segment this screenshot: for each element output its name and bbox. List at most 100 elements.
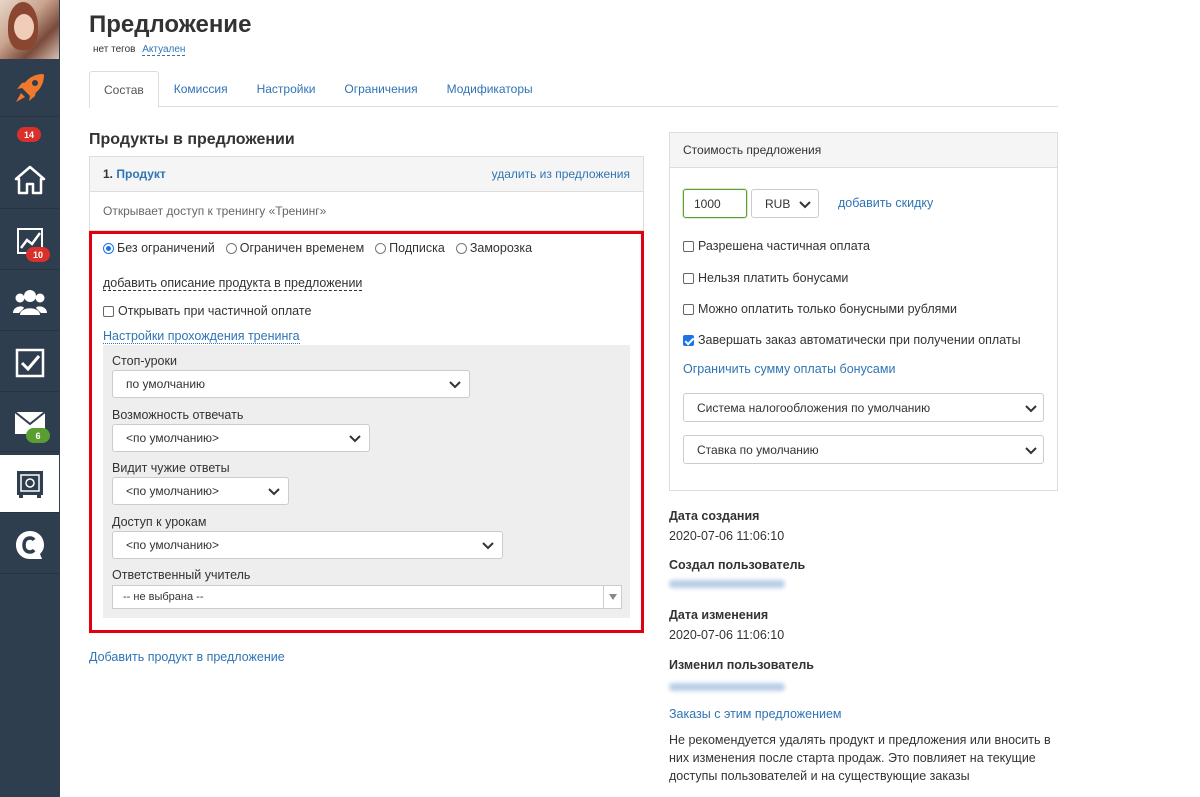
select-value: <по умолчанию>: [126, 538, 220, 552]
radio-button[interactable]: [455, 242, 467, 254]
limit-bonus-link[interactable]: Ограничить сумму оплаты бонусами: [683, 362, 895, 376]
bonus-only-option[interactable]: Можно оплатить только бонусными рублями: [683, 302, 957, 316]
product-number: 1.: [103, 167, 114, 181]
partial-payment-checkbox[interactable]: [683, 240, 694, 252]
sidebar-item-rocket[interactable]: [0, 59, 59, 117]
notification-badge: 14: [17, 127, 41, 142]
chevron-down-icon: [449, 378, 461, 393]
avatar[interactable]: [0, 0, 59, 59]
bonus-only-checkbox[interactable]: [683, 303, 694, 315]
tax-system-select[interactable]: Система налогообложения по умолчанию: [683, 393, 1044, 422]
open-on-partial-checkbox[interactable]: [103, 305, 114, 317]
remove-product-link[interactable]: удалить из предложения: [492, 167, 630, 181]
option-label: Разрешена частичная оплата: [698, 239, 870, 253]
product-header: 1. Продукт удалить из предложения: [90, 157, 643, 192]
teacher-label: Ответственный учитель: [112, 568, 251, 582]
option-label: Можно оплатить только бонусными рублями: [698, 302, 958, 316]
section-title: Продукты в предложении: [89, 131, 295, 148]
chevron-down-icon: [482, 539, 494, 554]
notification-badge: 10: [26, 247, 50, 262]
created-label: Дата создания: [669, 509, 760, 523]
chat-c-icon: [14, 529, 46, 561]
created-by-label: Создал пользователь: [669, 558, 806, 572]
sidebar: 14 10 6: [0, 0, 60, 797]
auto-complete-option[interactable]: Завершать заказ автоматически при получе…: [683, 333, 1021, 347]
radio-label: Подписка: [389, 241, 445, 255]
tab-modifiers[interactable]: Модификаторы: [433, 71, 547, 107]
select-value: -- не выбрана --: [123, 591, 204, 603]
access-type-radio-group: Без ограничений Ограничен временем Подпи…: [103, 241, 543, 255]
rocket-icon: [13, 71, 47, 105]
tab-bar: Состав Комиссия Настройки Ограничения Мо…: [89, 71, 1058, 108]
checkbox-icon: [15, 348, 45, 378]
can-reply-label: Возможность отвечать: [112, 408, 244, 422]
price-input[interactable]: 1000: [683, 189, 747, 218]
open-on-partial-label: Открывать при частичной оплате: [118, 304, 312, 318]
blurred-username[interactable]: [669, 580, 785, 588]
training-settings-link[interactable]: Настройки прохождения тренинга: [103, 329, 300, 344]
select-value: Система налогообложения по умолчанию: [697, 400, 931, 415]
product-link[interactable]: Продукт: [116, 167, 165, 181]
orders-link[interactable]: Заказы с этим предложением: [669, 707, 842, 721]
auto-complete-checkbox[interactable]: [683, 334, 694, 346]
stop-lessons-select[interactable]: по умолчанию: [112, 370, 470, 398]
radio-label: Заморозка: [469, 241, 533, 255]
sidebar-item-chat[interactable]: [0, 516, 59, 574]
status-link[interactable]: Актуален: [142, 44, 186, 56]
sidebar-item-mail[interactable]: [0, 394, 59, 452]
radio-freeze[interactable]: Заморозка: [455, 241, 533, 255]
option-label: Нельзя платить бонусами: [698, 271, 849, 285]
no-bonus-option[interactable]: Нельзя платить бонусами: [683, 271, 848, 285]
sidebar-item-users[interactable]: [0, 273, 59, 331]
tab-settings[interactable]: Настройки: [243, 71, 330, 107]
modified-label: Дата изменения: [669, 608, 769, 622]
select-value: <по умолчанию>: [126, 431, 220, 445]
tax-rate-select[interactable]: Ставка по умолчанию: [683, 435, 1044, 464]
radio-unlimited[interactable]: Без ограничений: [103, 241, 215, 255]
no-bonus-checkbox[interactable]: [683, 272, 694, 284]
teacher-select[interactable]: -- не выбрана --: [112, 585, 622, 609]
tab-composition[interactable]: Состав: [89, 71, 159, 108]
partial-payment-option[interactable]: Разрешена частичная оплата: [683, 239, 870, 253]
blurred-username[interactable]: [669, 683, 785, 691]
sidebar-item-tasks[interactable]: [0, 334, 59, 392]
radio-subscription[interactable]: Подписка: [375, 241, 445, 255]
created-value: 2020-07-06 11:06:10: [669, 529, 785, 543]
radio-button[interactable]: [103, 242, 114, 254]
chevron-down-icon: [268, 485, 280, 500]
tab-restrictions[interactable]: Ограничения: [330, 71, 431, 107]
open-on-partial-option[interactable]: Открывать при частичной оплате: [103, 304, 311, 318]
radio-label: Ограничен временем: [239, 241, 365, 255]
sidebar-item-sales[interactable]: [0, 455, 59, 513]
product-description: Открывает доступ к тренингу «Тренинг»: [103, 204, 327, 218]
caret-down-icon: [603, 586, 621, 608]
tab-commission[interactable]: Комиссия: [160, 71, 242, 107]
warning-text: Не рекомендуется удалять продукт и предл…: [669, 733, 1051, 783]
add-product-link[interactable]: Добавить продукт в предложение: [89, 650, 285, 664]
add-discount-link[interactable]: добавить скидку: [838, 196, 933, 210]
sidebar-item-home[interactable]: [0, 151, 59, 209]
modified-value: 2020-07-06 11:06:10: [669, 628, 785, 642]
option-label: Завершать заказ автоматически при получе…: [698, 333, 1021, 347]
page-title: Предложение: [89, 11, 252, 38]
radio-label: Без ограничений: [117, 241, 215, 255]
lesson-access-label: Доступ к урокам: [112, 515, 207, 529]
users-icon: [12, 287, 47, 317]
notification-badge: 6: [26, 428, 50, 443]
price-panel: Стоимость предложения 1000 RUB добавить …: [669, 132, 1058, 491]
tags-text: нет тегов: [93, 44, 136, 55]
sees-others-select[interactable]: <по умолчанию>: [112, 477, 289, 505]
lesson-access-select[interactable]: <по умолчанию>: [112, 531, 503, 559]
chevron-down-icon: [799, 198, 811, 213]
tags-line: нет тегов Актуален: [93, 44, 186, 56]
radio-button[interactable]: [225, 242, 237, 254]
add-description-link[interactable]: добавить описание продукта в предложении: [103, 276, 363, 291]
select-value: Ставка по умолчанию: [697, 442, 819, 457]
currency-select[interactable]: RUB: [751, 189, 819, 218]
radio-time-limited[interactable]: Ограничен временем: [225, 241, 365, 255]
chevron-down-icon: [1025, 402, 1037, 417]
radio-button[interactable]: [375, 242, 387, 254]
safe-icon: [15, 469, 45, 499]
can-reply-select[interactable]: <по умолчанию>: [112, 424, 370, 452]
select-value: <по умолчанию>: [126, 484, 220, 498]
